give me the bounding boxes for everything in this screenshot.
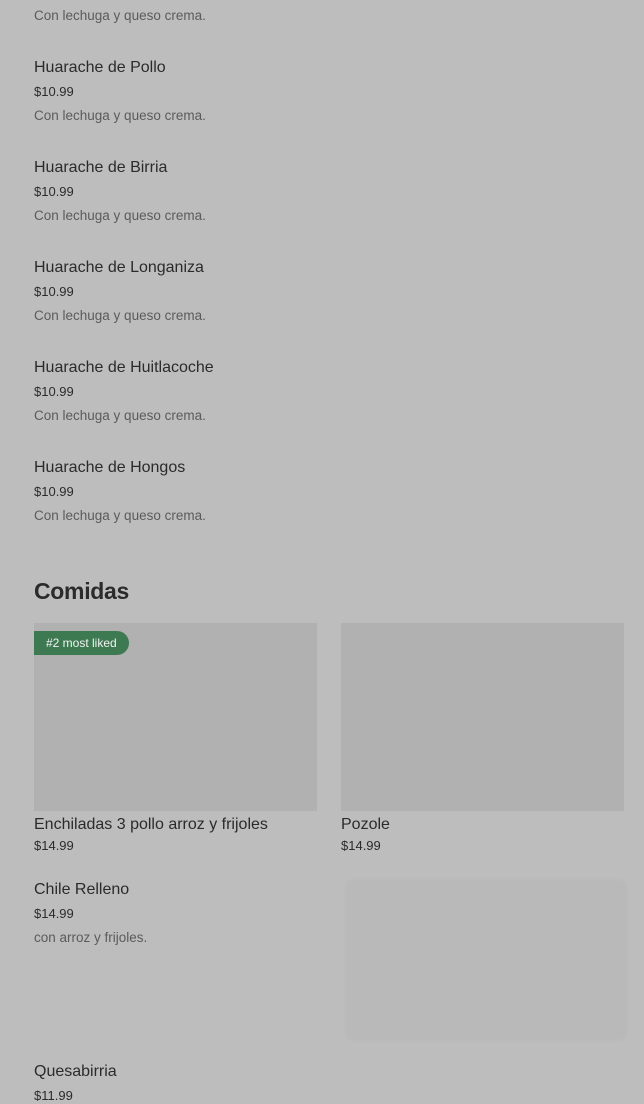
section-title-comidas: Comidas (34, 578, 130, 604)
most-liked-badge: #2 most liked (34, 631, 129, 655)
item-name: Quesabirria (34, 1063, 117, 1080)
item-price: $10.99 (34, 284, 74, 299)
item-name: Huarache de Birria (34, 159, 168, 176)
item-price: $10.99 (34, 84, 74, 99)
item-price: $14.99 (34, 906, 74, 921)
menu-item-chile-relleno[interactable]: Chile Relleno $14.99 con arroz y frijole… (34, 880, 334, 946)
item-price: $10.99 (34, 384, 74, 399)
menu-item-huarache-pollo[interactable]: Huarache de Pollo $10.99 Con lechuga y q… (34, 58, 624, 124)
item-price: $11.99 (34, 1088, 73, 1103)
menu-item-huarache-hongos[interactable]: Huarache de Hongos $10.99 Con lechuga y … (34, 458, 624, 524)
item-name: Huarache de Huitlacoche (34, 359, 214, 376)
item-price: $14.99 (341, 838, 381, 853)
item-description: Con lechuga y queso crema. (34, 308, 206, 323)
item-price: $10.99 (34, 484, 74, 499)
item-description: Con lechuga y queso crema. (34, 208, 206, 223)
menu-item-huarache-birria[interactable]: Huarache de Birria $10.99 Con lechuga y … (34, 158, 624, 224)
menu-item-huarache-huitlacoche[interactable]: Huarache de Huitlacoche $10.99 Con lechu… (34, 358, 624, 424)
item-price: $14.99 (34, 838, 74, 853)
menu-item-quesabirria[interactable]: Quesabirria $11.99 (34, 1062, 624, 1104)
item-description: Con lechuga y queso crema. (34, 408, 206, 423)
featured-card-pozole[interactable]: Pozole $14.99 (341, 623, 624, 854)
item-image (341, 623, 624, 811)
item-image[interactable] (348, 882, 624, 1038)
menu-page: Con lechuga y queso crema. Huarache de P… (0, 0, 644, 1103)
item-description: Con lechuga y queso crema. (34, 108, 206, 123)
menu-item-huarache-longaniza[interactable]: Huarache de Longaniza $10.99 Con lechuga… (34, 258, 624, 324)
item-name: Pozole (341, 816, 390, 833)
item-description: Con lechuga y queso crema. (34, 508, 206, 523)
featured-card-enchiladas[interactable]: #2 most liked Enchiladas 3 pollo arroz y… (34, 623, 317, 854)
item-price: $10.99 (34, 184, 74, 199)
item-image: #2 most liked (34, 623, 317, 811)
item-name: Huarache de Hongos (34, 459, 186, 476)
item-name: Huarache de Longaniza (34, 259, 204, 276)
item-name: Chile Relleno (34, 881, 130, 898)
item-name: Enchiladas 3 pollo arroz y frijoles (34, 816, 268, 833)
item-description: Con lechuga y queso crema. (34, 8, 206, 23)
item-description: con arroz y frijoles. (34, 930, 148, 945)
item-name: Huarache de Pollo (34, 59, 166, 76)
